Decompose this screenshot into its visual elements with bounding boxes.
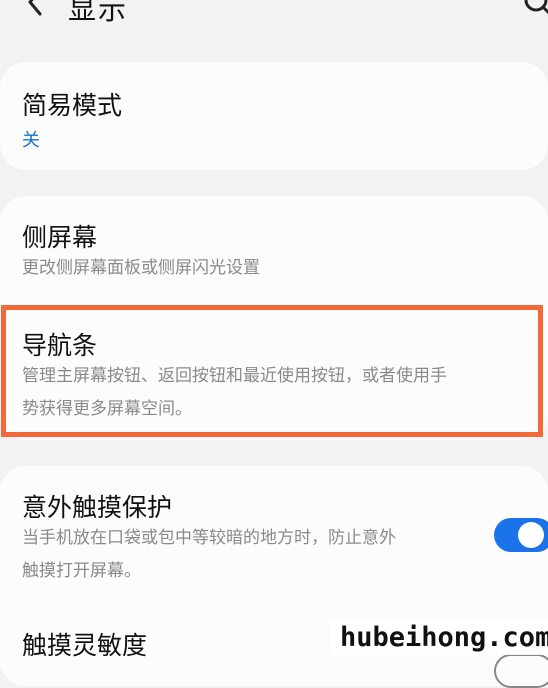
accidental-touch-title[interactable]: 意外触摸保护 xyxy=(22,488,172,524)
search-icon[interactable] xyxy=(522,0,548,20)
toggle-knob xyxy=(518,522,544,548)
chevron-left-icon[interactable] xyxy=(22,0,50,18)
touch-sensitivity-toggle[interactable] xyxy=(494,654,548,688)
easy-mode-value: 关 xyxy=(22,130,40,151)
easy-mode-card: 简易模式 关 xyxy=(0,62,548,170)
watermark: hubeihong.com xyxy=(330,620,548,655)
page-title: 显示 xyxy=(68,0,129,26)
easy-mode-title[interactable]: 简易模式 xyxy=(22,86,122,122)
top-app-bar: 显示 xyxy=(0,0,548,40)
accidental-touch-subtitle-line1: 当手机放在口袋或包中等较暗的地方时，防止意外 xyxy=(22,528,396,548)
edge-screen-title[interactable]: 侧屏幕 xyxy=(22,218,97,254)
navigation-bar-highlight-box xyxy=(1,305,543,437)
touch-sensitivity-title[interactable]: 触摸灵敏度 xyxy=(22,626,147,662)
accidental-touch-toggle[interactable] xyxy=(494,518,548,552)
accidental-touch-subtitle-line2: 触摸打开屏幕。 xyxy=(22,561,141,581)
edge-screen-subtitle: 更改侧屏幕面板或侧屏闪光设置 xyxy=(22,258,260,278)
